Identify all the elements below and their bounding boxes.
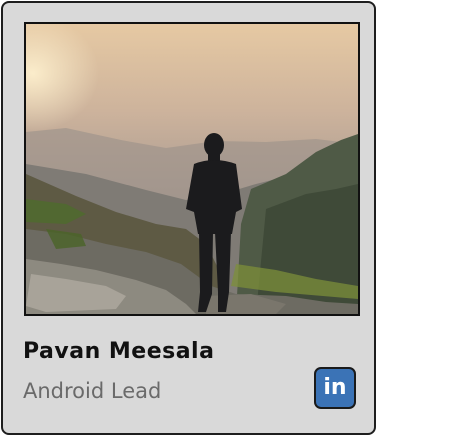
profile-photo [24, 22, 360, 316]
profile-role: Android Lead [23, 379, 162, 403]
linkedin-button[interactable]: in [314, 367, 356, 409]
profile-name: Pavan Meesala [23, 339, 215, 364]
profile-card: Pavan Meesala Android Lead in [1, 1, 376, 435]
hilltop-silhouette-photo [26, 24, 358, 314]
linkedin-icon: in [323, 374, 347, 400]
